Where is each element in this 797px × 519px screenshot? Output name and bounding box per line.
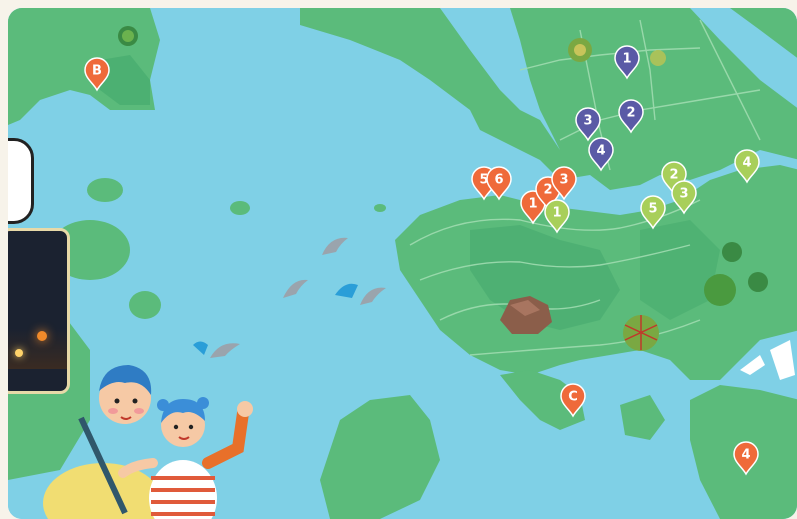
map-pin-label: B xyxy=(92,64,102,79)
map-pin-label: 2 xyxy=(543,183,552,198)
map-pin-label: 2 xyxy=(669,168,678,183)
map-pin-label: 4 xyxy=(596,144,605,159)
map-pin-orange-c[interactable]: C xyxy=(560,383,586,418)
map-pin-green-4[interactable]: 4 xyxy=(734,149,760,184)
map-pin-label: 4 xyxy=(742,156,751,171)
map-pin-purple-3[interactable]: 3 xyxy=(575,107,601,142)
map-pin-label: 3 xyxy=(583,114,592,129)
map-pin-label: 2 xyxy=(626,106,635,121)
map-pin-label: 3 xyxy=(679,187,688,202)
map-pin-label: 1 xyxy=(552,206,561,221)
map-pin-label: 6 xyxy=(494,173,503,188)
map-pin-label: 1 xyxy=(528,197,537,212)
map-pin-label: 4 xyxy=(741,448,750,463)
map-view[interactable]: B56123C4123412345 xyxy=(0,0,797,519)
map-pin-purple-1[interactable]: 1 xyxy=(614,45,640,80)
map-pin-label: 5 xyxy=(648,202,657,217)
map-pin-purple-2[interactable]: 2 xyxy=(618,99,644,134)
map-pin-green-3[interactable]: 3 xyxy=(671,180,697,215)
map-canvas[interactable]: B56123C4123412345 xyxy=(8,8,797,519)
map-pin-purple-4[interactable]: 4 xyxy=(588,137,614,172)
map-pin-label: 3 xyxy=(559,173,568,188)
markers-layer[interactable]: B5 6123C4123412345 xyxy=(8,8,797,519)
map-pin-green-5[interactable]: 5 xyxy=(640,195,666,230)
map-pin-label: 1 xyxy=(622,52,631,67)
map-pin-orange-b[interactable]: B xyxy=(84,57,110,92)
map-pin-orange-6[interactable]: 6 xyxy=(486,166,512,201)
map-pin-green-1[interactable]: 1 xyxy=(544,199,570,234)
map-pin-orange-4[interactable]: 4 xyxy=(733,441,759,476)
map-pin-label: C xyxy=(568,390,578,405)
